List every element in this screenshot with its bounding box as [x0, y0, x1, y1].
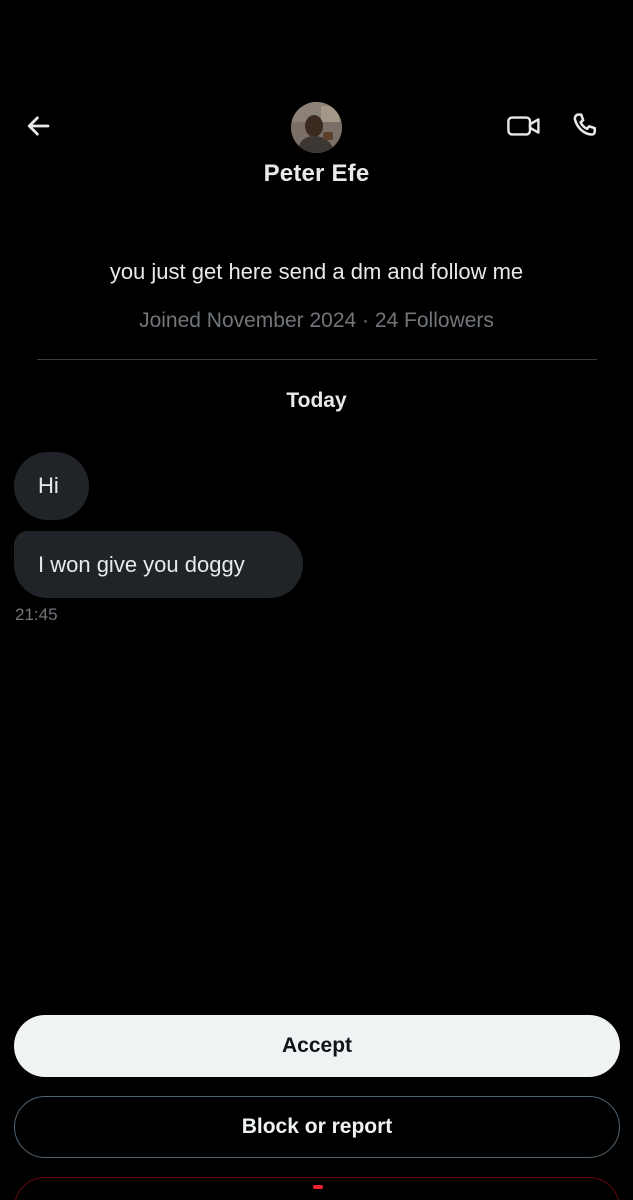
dm-request-screen: Peter Efe you just get here send a dm an…	[0, 0, 633, 1200]
date-separator: Today	[286, 389, 347, 412]
video-call-button[interactable]	[502, 106, 546, 146]
message-bubble[interactable]: Hi	[14, 452, 89, 520]
arrow-left-icon	[27, 116, 50, 136]
back-button[interactable]	[18, 106, 58, 146]
avatar[interactable]	[291, 102, 342, 153]
phone-icon	[573, 113, 596, 136]
voice-call-button[interactable]	[563, 106, 607, 146]
message-text: Hi	[38, 473, 59, 498]
contact-name[interactable]: Peter Efe	[0, 160, 633, 188]
message-text: I won give you doggy	[38, 551, 245, 577]
delete-label-glyph	[313, 1185, 323, 1189]
profile-bio: you just get here send a dm and follow m…	[109, 259, 524, 284]
divider	[37, 359, 597, 360]
accept-button[interactable]: Accept	[14, 1015, 620, 1077]
block-or-report-button[interactable]: Block or report	[14, 1096, 620, 1158]
message-bubble[interactable]: I won give you doggy	[14, 531, 303, 598]
message-timestamp: 21:45	[15, 605, 58, 624]
profile-meta: Joined November 2024 · 24 Followers	[139, 309, 494, 332]
video-camera-icon	[507, 116, 540, 136]
avatar-photo	[291, 102, 342, 153]
delete-button[interactable]	[14, 1177, 620, 1200]
